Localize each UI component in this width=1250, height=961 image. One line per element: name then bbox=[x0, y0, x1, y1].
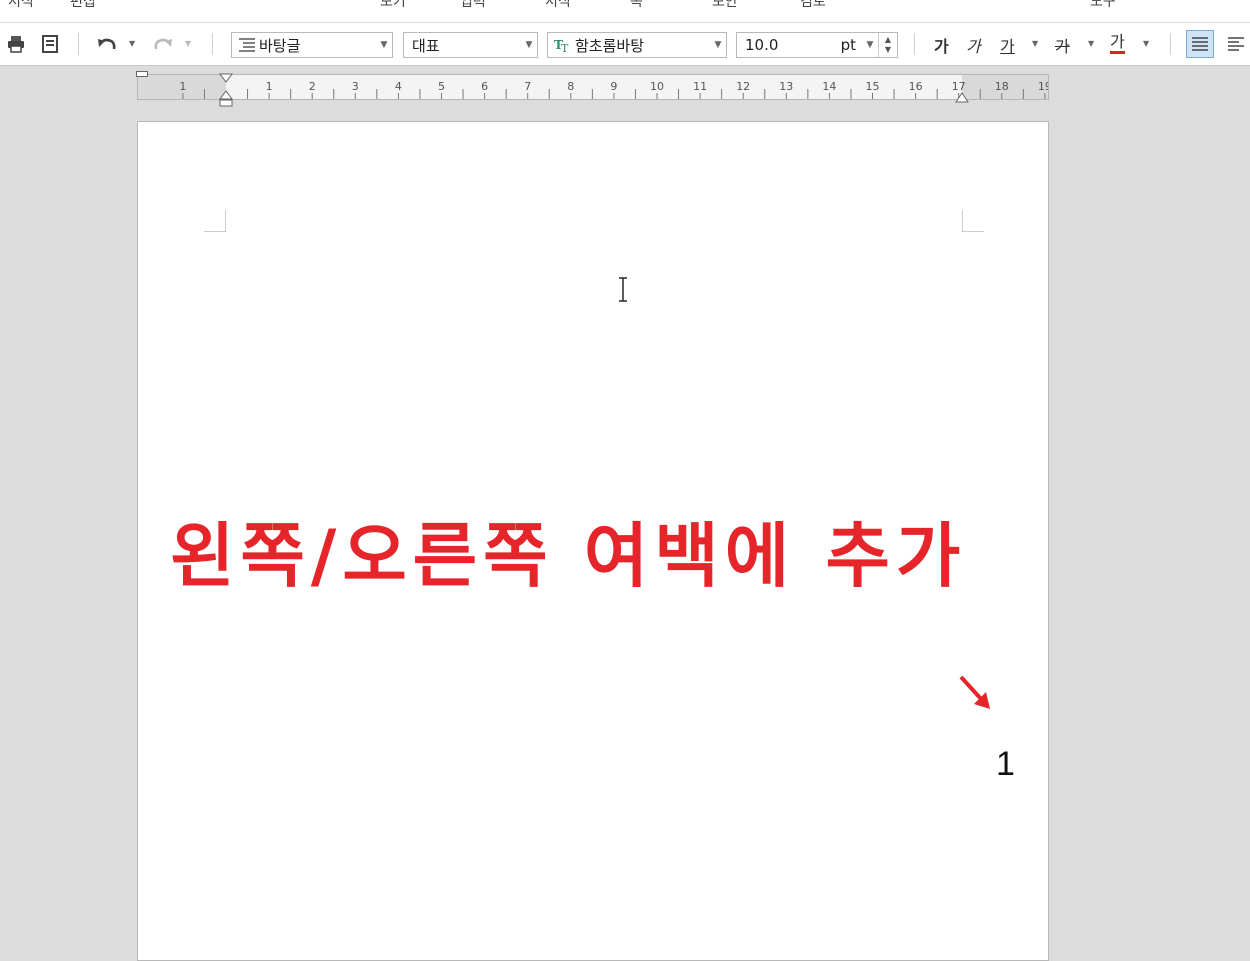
arrow-icon bbox=[959, 675, 990, 709]
font-select[interactable]: TT 함초롬바탕 ▼ bbox=[547, 32, 727, 58]
ruler-label: 9 bbox=[610, 80, 617, 93]
formatting-toolbar: ▼ ▼ 바탕글 ▼ 대표 ▼ TT 함초롬바탕 ▼ 10.0 pt ▼ ▲ ▼ 가… bbox=[0, 23, 1250, 66]
undo-dropdown-icon[interactable]: ▼ bbox=[129, 39, 135, 48]
underline-button[interactable]: 가 bbox=[1000, 33, 1015, 57]
preview-icon[interactable] bbox=[38, 32, 62, 56]
page-number: 1 bbox=[996, 745, 1015, 783]
menu-item[interactable]: 보기 bbox=[380, 0, 406, 11]
strikethrough-button[interactable]: 가 bbox=[1055, 33, 1070, 57]
menu-item[interactable]: 편집 bbox=[70, 0, 96, 11]
italic-button[interactable]: 가 bbox=[966, 33, 981, 57]
paragraph-style-value: 바탕글 bbox=[259, 36, 301, 55]
font-size-spinner[interactable]: ▲ ▼ bbox=[878, 33, 897, 57]
left-align-button[interactable] bbox=[1222, 32, 1250, 56]
horizontal-ruler[interactable]: 112345678910111213141516171819 bbox=[136, 71, 1049, 107]
ruler-label: 11 bbox=[693, 80, 707, 93]
print-icon[interactable] bbox=[4, 32, 28, 56]
menu-item[interactable]: 도구 bbox=[1090, 0, 1116, 11]
ruler-label: 13 bbox=[779, 80, 793, 93]
ruler-label: 1 bbox=[179, 80, 186, 93]
margin-corner-mark bbox=[204, 210, 226, 232]
margin-corner-mark bbox=[962, 210, 984, 232]
paragraph-style-select[interactable]: 바탕글 ▼ bbox=[231, 32, 393, 58]
ruler-label: 3 bbox=[352, 80, 359, 93]
menu-item[interactable]: 서식 bbox=[545, 0, 571, 11]
ruler-label: 10 bbox=[650, 80, 664, 93]
bold-button[interactable]: 가 bbox=[934, 33, 949, 57]
paragraph-style-icon bbox=[232, 37, 256, 53]
annotation-caption: 왼쪽/오른쪽 여백에 추가 bbox=[170, 515, 967, 597]
indent-marker-icon[interactable] bbox=[219, 73, 233, 111]
ruler-label: 15 bbox=[866, 80, 880, 93]
chevron-down-icon: ▼ bbox=[380, 40, 388, 50]
undo-icon[interactable] bbox=[94, 32, 120, 56]
underline-dropdown-icon[interactable]: ▼ bbox=[1032, 39, 1038, 48]
justify-align-button[interactable] bbox=[1186, 30, 1214, 58]
svg-text:T: T bbox=[561, 42, 569, 53]
chevron-down-icon[interactable]: ▼ bbox=[862, 40, 878, 50]
font-size-value[interactable]: 10.0 bbox=[737, 36, 841, 54]
strikethrough-dropdown-icon[interactable]: ▼ bbox=[1088, 39, 1094, 48]
right-indent-marker-icon[interactable] bbox=[955, 88, 969, 107]
ruler-label: 4 bbox=[395, 80, 402, 93]
menu-item[interactable]: 쪽 bbox=[630, 0, 643, 11]
ruler-label: 1 bbox=[266, 80, 273, 93]
chevron-down-icon: ▼ bbox=[525, 40, 533, 50]
redo-dropdown-icon[interactable]: ▼ bbox=[185, 39, 191, 48]
ruler-label: 16 bbox=[909, 80, 923, 93]
font-size-field[interactable]: 10.0 pt ▼ ▲ ▼ bbox=[736, 32, 898, 58]
text-cursor-icon bbox=[619, 277, 627, 302]
menu-item[interactable]: 보안 bbox=[712, 0, 738, 11]
ruler-label: 2 bbox=[309, 80, 316, 93]
menu-bar: 서식 편집 보기 입력 서식 쪽 보안 검토 도구 bbox=[0, 0, 1250, 23]
ruler-label: 19 bbox=[1038, 80, 1048, 93]
font-color-button[interactable]: 가 bbox=[1110, 33, 1125, 54]
ruler-label: 18 bbox=[995, 80, 1009, 93]
menu-item[interactable]: 서식 bbox=[8, 0, 34, 11]
justify-icon bbox=[1192, 37, 1208, 51]
font-value: 함초롬바탕 bbox=[575, 36, 645, 55]
left-align-icon bbox=[1228, 37, 1244, 51]
menu-item[interactable]: 검토 bbox=[800, 0, 826, 11]
font-color-dropdown-icon[interactable]: ▼ bbox=[1143, 39, 1149, 48]
truetype-font-icon: TT bbox=[548, 37, 572, 53]
ruler-label: 5 bbox=[438, 80, 445, 93]
font-size-unit: pt bbox=[840, 36, 856, 54]
ruler-label: 7 bbox=[524, 80, 531, 93]
chevron-down-icon: ▼ bbox=[714, 40, 722, 50]
tab-marker-icon[interactable] bbox=[136, 71, 148, 77]
ruler-label: 12 bbox=[736, 80, 750, 93]
language-select[interactable]: 대표 ▼ bbox=[403, 32, 538, 58]
ruler-label: 14 bbox=[822, 80, 836, 93]
ruler-label: 6 bbox=[481, 80, 488, 93]
menu-item[interactable]: 입력 bbox=[460, 0, 486, 11]
ruler-ticks: 112345678910111213141516171819 bbox=[179, 80, 1048, 99]
language-value: 대표 bbox=[412, 36, 440, 55]
redo-icon[interactable] bbox=[150, 32, 176, 56]
ruler-label: 8 bbox=[567, 80, 574, 93]
